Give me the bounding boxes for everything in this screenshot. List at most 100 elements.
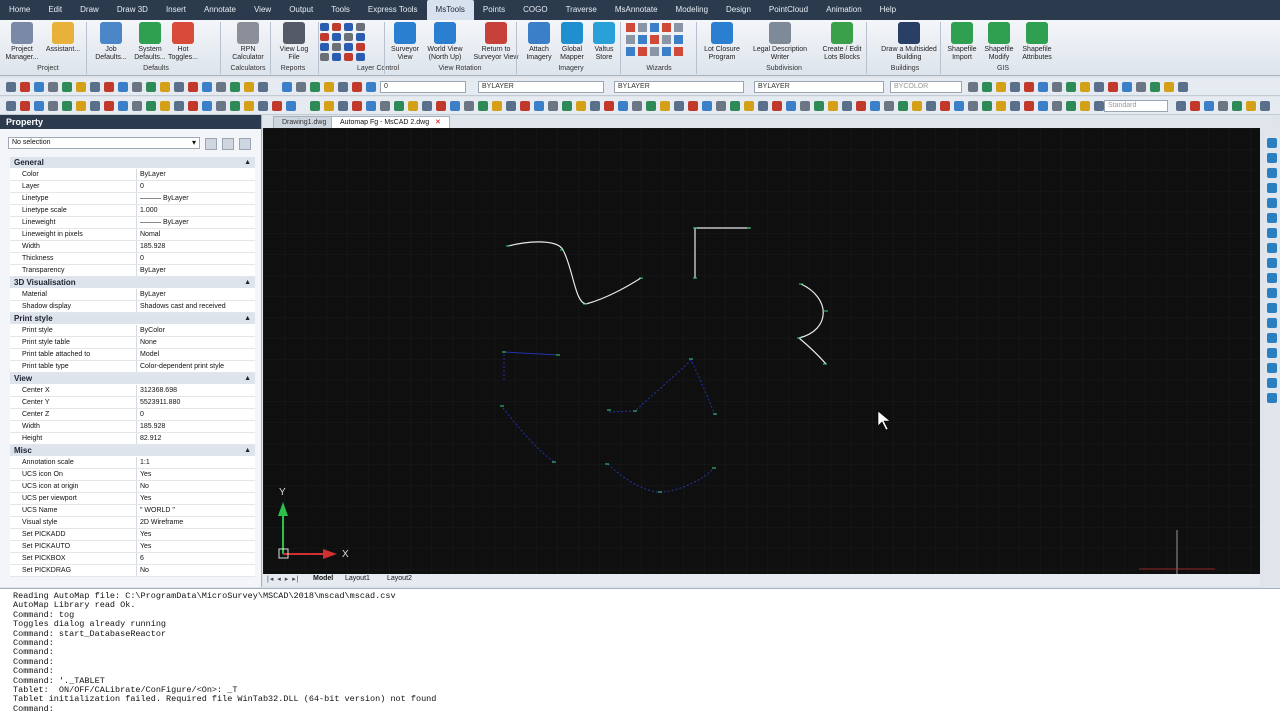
- section-view[interactable]: View ▲: [10, 373, 255, 385]
- toolbar-tool-icon[interactable]: [1010, 101, 1020, 111]
- toolbar-tool-icon[interactable]: [436, 101, 446, 111]
- textstyle-combo[interactable]: Standard: [1104, 100, 1168, 112]
- property-row[interactable]: Print style table None: [10, 337, 255, 349]
- property-value[interactable]: ByLayer: [137, 265, 255, 276]
- toolbar-tool-icon[interactable]: [48, 82, 58, 92]
- property-value[interactable]: No: [137, 565, 255, 576]
- property-row[interactable]: Color ByLayer: [10, 169, 255, 181]
- toolbar-tool-icon[interactable]: [1190, 101, 1200, 111]
- toolbar-tool-icon[interactable]: [146, 82, 156, 92]
- property-value[interactable]: ——— ByLayer: [137, 193, 255, 204]
- collapse-icon[interactable]: ▲: [244, 157, 251, 169]
- toolbar-tool-icon[interactable]: [604, 101, 614, 111]
- layer-tool-icon[interactable]: [344, 43, 353, 51]
- ribbon-button-2[interactable]: Job Defaults...: [92, 22, 130, 62]
- toolbar-tool-icon[interactable]: [216, 101, 226, 111]
- toolbar-tool-icon[interactable]: [422, 101, 432, 111]
- ribbon-button-0[interactable]: Project Manager...: [4, 22, 40, 62]
- tab-cogo[interactable]: COGO: [514, 0, 556, 20]
- side-tool-icon[interactable]: [1267, 378, 1277, 388]
- property-value[interactable]: 82.912: [137, 433, 255, 444]
- ribbon-button-13[interactable]: Lot Closure Program: [702, 22, 742, 62]
- ribbon-button-10[interactable]: Attach Imagery: [524, 22, 554, 62]
- side-tool-icon[interactable]: [1267, 168, 1277, 178]
- toolbar-tool-icon[interactable]: [1108, 82, 1118, 92]
- wizard-tool-icon[interactable]: [650, 23, 659, 32]
- toolbar-tool-icon[interactable]: [982, 82, 992, 92]
- property-value[interactable]: 0: [137, 409, 255, 420]
- ribbon-button-6[interactable]: View Log File: [278, 22, 310, 62]
- layout-nav-arrows[interactable]: |◂ ◂ ▸ ▸|: [267, 575, 300, 583]
- toolbar-tool-icon[interactable]: [6, 101, 16, 111]
- property-value[interactable]: Yes: [137, 469, 255, 480]
- toolbar-tool-icon[interactable]: [450, 101, 460, 111]
- toolbar-tool-icon[interactable]: [968, 82, 978, 92]
- layer-tool-icon[interactable]: [344, 33, 353, 41]
- ribbon-button-7[interactable]: Surveyor View: [388, 22, 422, 62]
- layer-tool-icon[interactable]: [356, 33, 365, 41]
- side-tool-icon[interactable]: [1267, 288, 1277, 298]
- wizard-tool-icon[interactable]: [626, 23, 635, 32]
- quick-select-icon[interactable]: [205, 138, 217, 150]
- toolbar-tool-icon[interactable]: [76, 101, 86, 111]
- property-value[interactable]: 185.928: [137, 241, 255, 252]
- toolbar-tool-icon[interactable]: [366, 82, 376, 92]
- property-row[interactable]: UCS icon On Yes: [10, 469, 255, 481]
- toolbar-tool-icon[interactable]: [244, 82, 254, 92]
- layer-tool-icon[interactable]: [332, 23, 341, 31]
- ribbon-button-9[interactable]: Return to Surveyor View: [472, 22, 520, 62]
- toolbar-tool-icon[interactable]: [174, 82, 184, 92]
- toolbar-tool-icon[interactable]: [202, 101, 212, 111]
- property-value[interactable]: Yes: [137, 493, 255, 504]
- toolbar-tool-icon[interactable]: [352, 101, 362, 111]
- toolbar-tool-icon[interactable]: [258, 101, 268, 111]
- toolbar-tool-icon[interactable]: [702, 101, 712, 111]
- property-row[interactable]: Print table type Color-dependent print st…: [10, 361, 255, 373]
- toolbar-tool-icon[interactable]: [1038, 101, 1048, 111]
- toolbar-tool-icon[interactable]: [62, 82, 72, 92]
- layer-tool-icon[interactable]: [344, 23, 353, 31]
- ribbon-button-4[interactable]: Hot Toggles...: [168, 22, 198, 62]
- toolbar-tool-icon[interactable]: [244, 101, 254, 111]
- ribbon-button-11[interactable]: Global Mapper: [556, 22, 588, 62]
- toolbar-tool-icon[interactable]: [338, 82, 348, 92]
- side-tool-icon[interactable]: [1267, 273, 1277, 283]
- ribbon-button-5[interactable]: RPN Calculator: [228, 22, 268, 62]
- wizard-tool-icon[interactable]: [638, 47, 647, 56]
- tab-home[interactable]: Home: [0, 0, 39, 20]
- section-misc[interactable]: Misc ▲: [10, 445, 255, 457]
- tab-traverse[interactable]: Traverse: [557, 0, 606, 20]
- lineweight-combo[interactable]: BYLAYER: [754, 81, 884, 93]
- toolbar-tool-icon[interactable]: [1052, 82, 1062, 92]
- tab-points[interactable]: Points: [474, 0, 514, 20]
- toolbar-tool-icon[interactable]: [1066, 101, 1076, 111]
- property-row[interactable]: Center Z0: [10, 409, 255, 421]
- property-value[interactable]: Color-dependent print style: [137, 361, 255, 372]
- select-objects-icon[interactable]: [222, 138, 234, 150]
- toolbar-tool-icon[interactable]: [996, 82, 1006, 92]
- property-row[interactable]: Set PICKBOX 6: [10, 553, 255, 565]
- toolbar-tool-icon[interactable]: [1094, 101, 1104, 111]
- property-value[interactable]: 6: [137, 553, 255, 564]
- toolbar-tool-icon[interactable]: [282, 82, 292, 92]
- property-value[interactable]: 2D Wireframe: [137, 517, 255, 528]
- section-3d-visualisation[interactable]: 3D Visualisation ▲: [10, 277, 255, 289]
- ribbon-button-14[interactable]: Legal Description Writer: [748, 22, 812, 62]
- toolbar-tool-icon[interactable]: [20, 82, 30, 92]
- side-tool-icon[interactable]: [1267, 198, 1277, 208]
- tab-draw-3d[interactable]: Draw 3D: [108, 0, 157, 20]
- toolbar-tool-icon[interactable]: [338, 101, 348, 111]
- toolbar-tool-icon[interactable]: [188, 82, 198, 92]
- toolbar-tool-icon[interactable]: [1010, 82, 1020, 92]
- wizard-tool-icon[interactable]: [650, 47, 659, 56]
- toolbar-tool-icon[interactable]: [786, 101, 796, 111]
- side-tool-icon[interactable]: [1267, 228, 1277, 238]
- layer-tool-icon[interactable]: [332, 43, 341, 51]
- layer-tool-icon[interactable]: [320, 23, 329, 31]
- property-value[interactable]: 1:1: [137, 457, 255, 468]
- toolbar-tool-icon[interactable]: [1122, 82, 1132, 92]
- toolbar-tool-icon[interactable]: [146, 101, 156, 111]
- drawing-canvas[interactable]: Y X: [263, 128, 1260, 574]
- property-value[interactable]: ByLayer: [137, 169, 255, 180]
- property-row[interactable]: Print style ByColor: [10, 325, 255, 337]
